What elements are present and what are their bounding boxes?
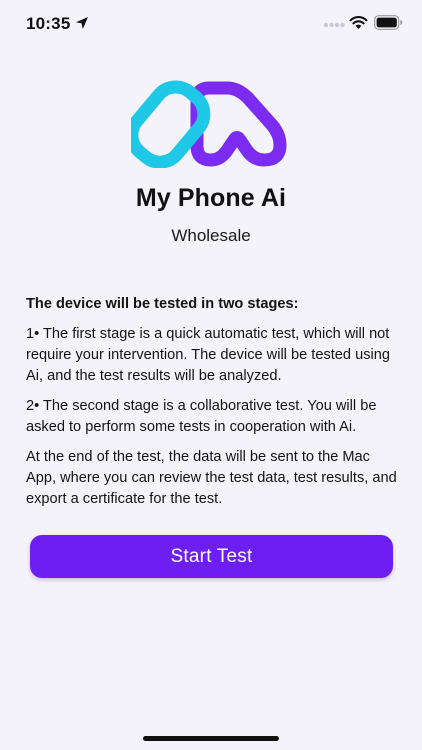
signal-dots-icon — [323, 22, 345, 28]
app-subtitle: Wholesale — [171, 226, 251, 245]
instructions-stage-1: 1• The first stage is a quick automatic … — [26, 326, 390, 384]
instructions: The device will be tested in two stages:… — [26, 294, 398, 519]
wifi-icon — [349, 16, 368, 29]
logo-purple-link — [190, 81, 287, 167]
instructions-intro: The device will be tested in two stages: — [26, 296, 299, 312]
status-bar: 10:35 — [0, 0, 422, 48]
status-time: 10:35 — [26, 14, 71, 33]
app-logo — [131, 80, 287, 168]
location-arrow-icon — [76, 17, 88, 29]
battery-icon — [374, 15, 403, 30]
home-indicator[interactable] — [143, 736, 279, 741]
instructions-stage-2: 2• The second stage is a collaborative t… — [26, 398, 377, 435]
instructions-outro: At the end of the test, the data will be… — [26, 449, 397, 507]
app-title: My Phone Ai — [135, 184, 287, 212]
start-test-button[interactable]: Start Test — [30, 535, 393, 578]
